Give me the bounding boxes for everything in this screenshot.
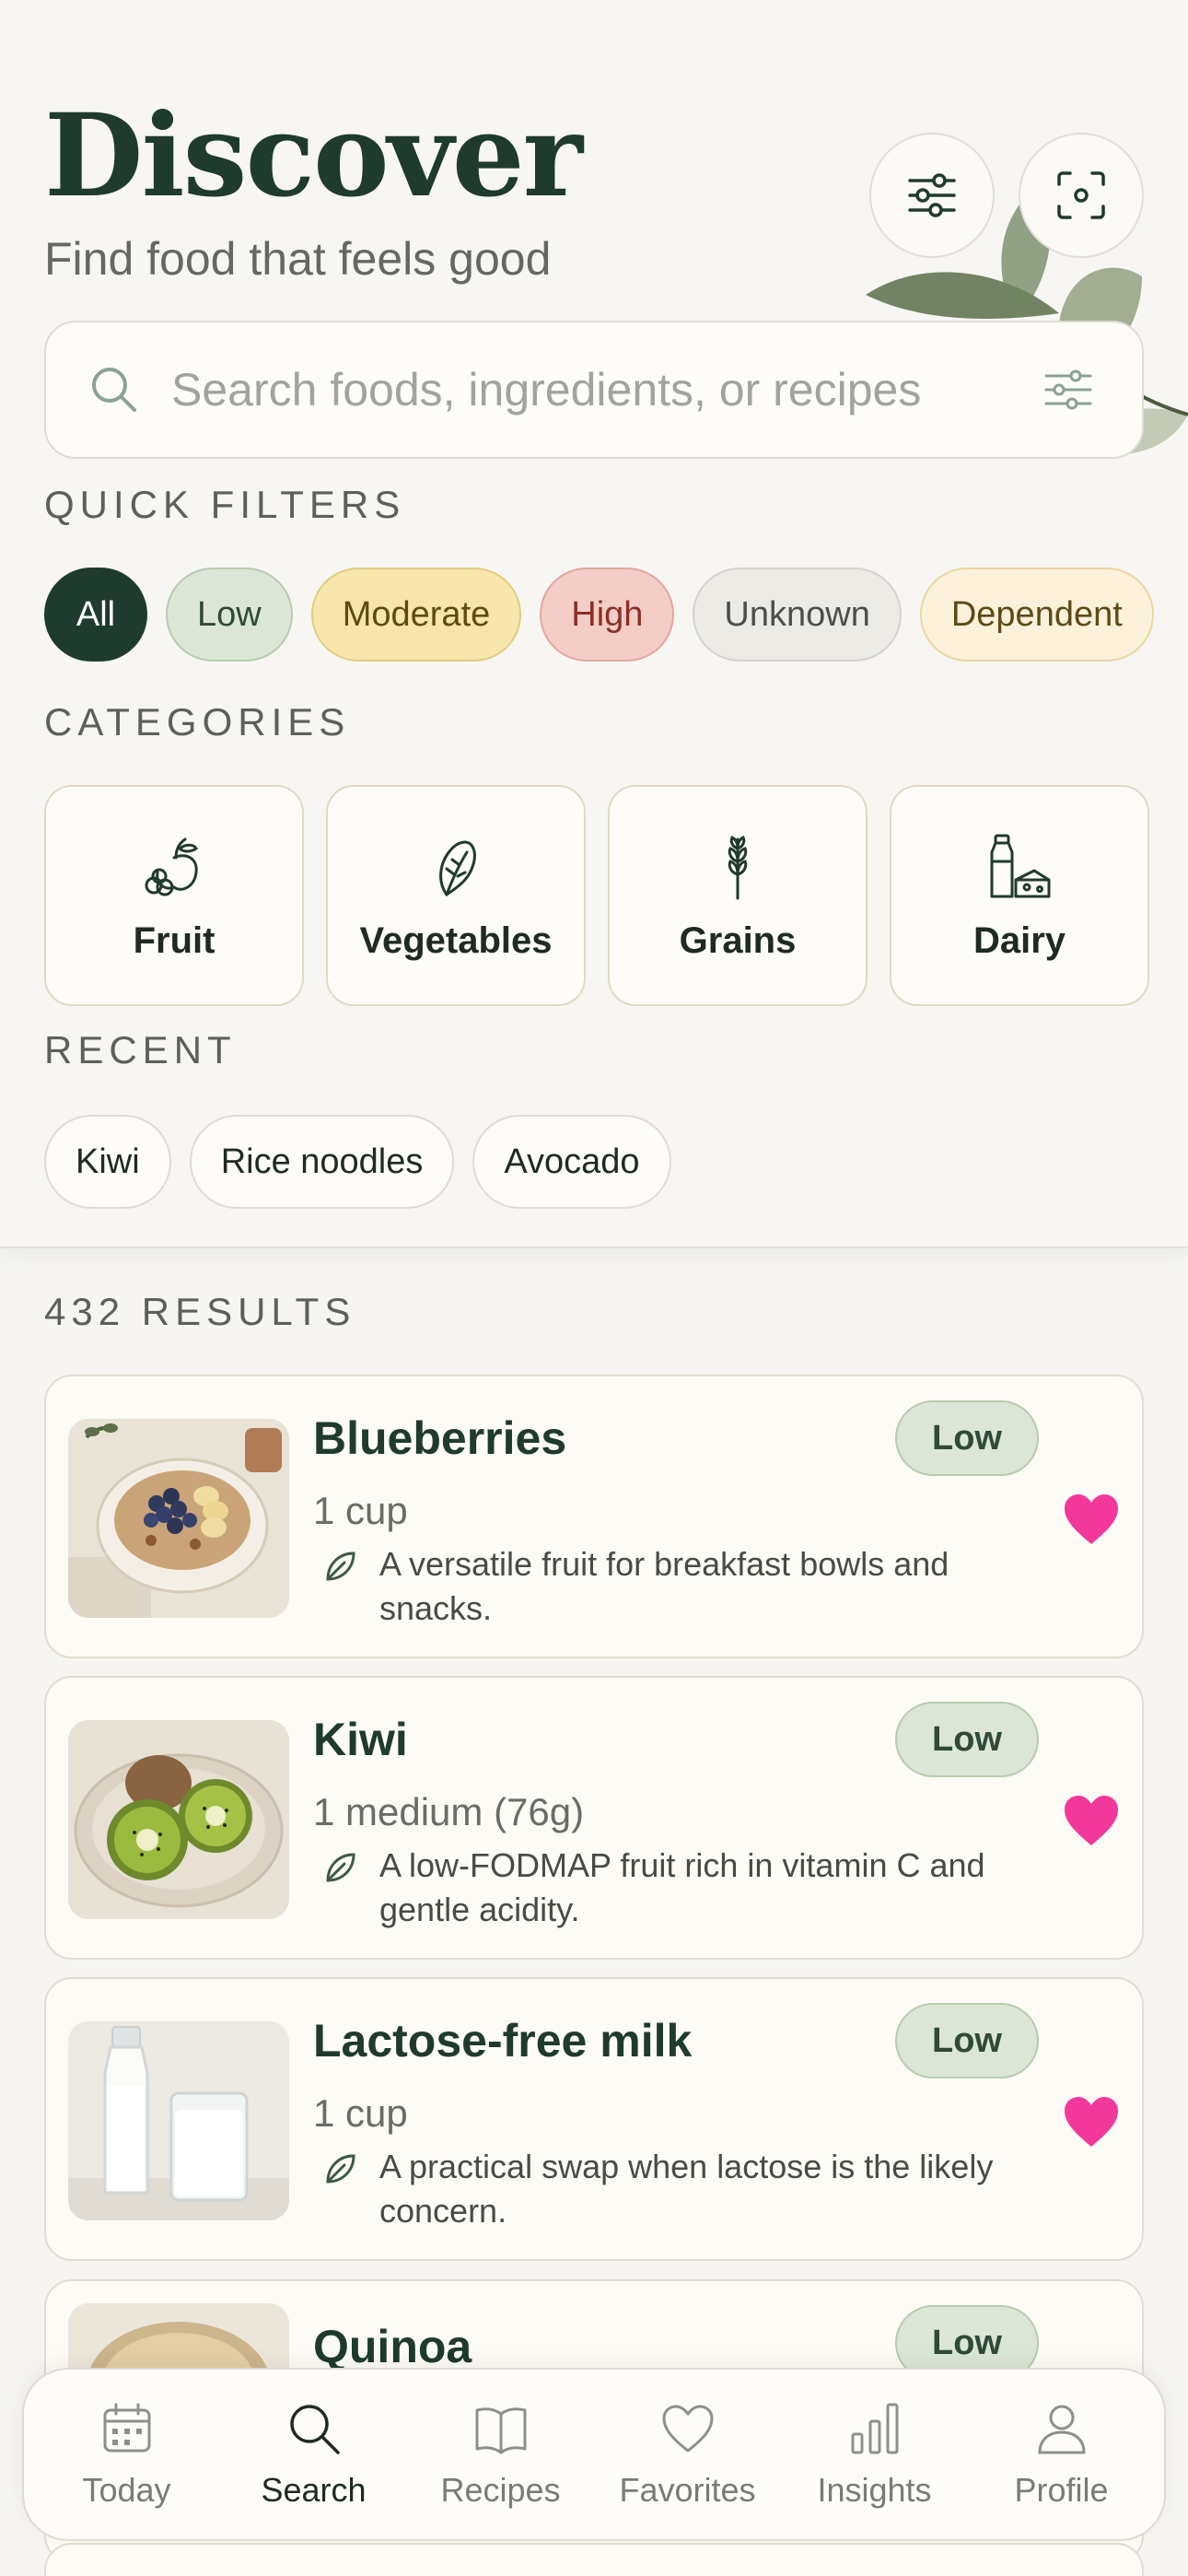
tab-today[interactable]: Today	[40, 2399, 215, 2510]
search-input[interactable]: Search foods, ingredients, or recipes	[171, 363, 1041, 416]
recent-chip-rice-noodles[interactable]: Rice noodles	[189, 1115, 455, 1209]
vegetable-icon	[439, 840, 476, 896]
result-card-next[interactable]	[44, 2543, 1144, 2576]
grain-icon	[728, 835, 748, 899]
food-image-milk	[68, 2021, 289, 2220]
result-card-lactose-free-milk[interactable]: Lactose-free milk Low 1 cup A practical …	[44, 1977, 1144, 2261]
tab-recipes[interactable]: Recipes	[413, 2399, 588, 2510]
filter-chip-moderate[interactable]: Moderate	[310, 568, 522, 662]
fodmap-badge: Low	[895, 1400, 1039, 1476]
filter-chip-high[interactable]: High	[540, 568, 675, 662]
food-image-kiwi	[68, 1720, 289, 1919]
tab-label: Today	[82, 2471, 171, 2509]
food-serving: 1 medium (76g)	[313, 1790, 585, 1833]
favorite-heart-icon[interactable]	[1063, 1794, 1120, 1847]
filter-chip-unknown[interactable]: Unknown	[693, 568, 902, 662]
page-title: Discover	[44, 89, 583, 223]
scan-button[interactable]	[1019, 133, 1144, 258]
heart-icon	[662, 2405, 713, 2453]
search-filter-icon[interactable]	[1041, 362, 1096, 417]
calendar-icon	[103, 2403, 150, 2453]
food-description: A versatile fruit for breakfast bowls an…	[379, 1545, 949, 1627]
fodmap-badge: Low	[895, 2003, 1039, 2078]
fruit-icon	[145, 837, 198, 896]
category-dairy[interactable]: Dairy	[890, 785, 1149, 1006]
result-card-blueberries[interactable]: Blueberries Low 1 cup A versatile fruit …	[44, 1375, 1144, 1658]
tab-label: Insights	[817, 2471, 932, 2509]
category-label: Vegetables	[359, 919, 553, 961]
bottom-tab-bar: Today Search Recipes Favorites Insights …	[22, 2368, 1166, 2541]
category-label: Dairy	[973, 919, 1066, 961]
category-label: Grains	[679, 919, 797, 961]
food-image-blueberries	[68, 1419, 289, 1618]
recent-searches: Kiwi Rice noodles Avocado	[44, 1115, 671, 1209]
category-vegetables[interactable]: Vegetables	[326, 785, 586, 1006]
tab-label: Search	[261, 2471, 367, 2509]
fodmap-badge: Low	[895, 1702, 1039, 1777]
leaf-icon	[326, 2154, 355, 2184]
tab-favorites[interactable]: Favorites	[600, 2399, 775, 2510]
quick-filter-chips: All Low Moderate High Unknown Dependent	[44, 568, 1154, 662]
filter-settings-button[interactable]	[869, 133, 995, 258]
dairy-icon	[990, 834, 1051, 897]
leaf-icon	[326, 1551, 355, 1581]
user-icon	[1037, 2405, 1086, 2454]
favorite-heart-icon[interactable]	[1063, 1493, 1120, 1546]
tab-label: Profile	[1014, 2471, 1109, 2509]
food-name: Blueberries	[313, 1412, 567, 1464]
recent-chip-kiwi[interactable]: Kiwi	[44, 1115, 171, 1209]
book-icon	[475, 2407, 526, 2454]
food-description: A practical swap when lactose is the lik…	[379, 2148, 994, 2230]
search-icon	[289, 2405, 340, 2454]
scan-icon	[1057, 171, 1105, 219]
food-serving: 1 cup	[313, 2091, 408, 2135]
food-description: A low-FODMAP fruit rich in vitamin C and…	[379, 1846, 985, 1928]
page-subtitle: Find food that feels good	[44, 233, 552, 285]
categories-label: CATEGORIES	[44, 700, 351, 744]
tab-label: Recipes	[440, 2471, 561, 2509]
result-card-kiwi[interactable]: Kiwi Low 1 medium (76g) A low-FODMAP fru…	[44, 1676, 1144, 1960]
leaf-icon	[326, 1853, 355, 1882]
category-fruit[interactable]: Fruit	[44, 785, 304, 1006]
food-serving: 1 cup	[313, 1489, 408, 1532]
filter-chip-all[interactable]: All	[44, 568, 147, 662]
food-name: Lactose-free milk	[313, 2015, 693, 2067]
search-icon	[92, 368, 136, 412]
category-grains[interactable]: Grains	[608, 785, 868, 1006]
recent-chip-avocado[interactable]: Avocado	[472, 1115, 671, 1209]
filter-chip-low[interactable]: Low	[166, 568, 293, 662]
category-label: Fruit	[133, 919, 215, 961]
food-name: Quinoa	[313, 2321, 472, 2372]
bar-chart-icon	[851, 2403, 898, 2454]
favorite-heart-icon[interactable]	[1063, 2095, 1120, 2149]
sliders-icon	[908, 173, 956, 217]
category-grid: Fruit Vegetables Grains Dairy	[44, 785, 1149, 1006]
results-count: 432 RESULTS	[44, 1290, 356, 1333]
recent-label: RECENT	[44, 1028, 237, 1071]
tab-search[interactable]: Search	[227, 2399, 402, 2510]
header-panel: Discover Find food that feels good Searc…	[0, 0, 1188, 1248]
food-name: Kiwi	[313, 1714, 408, 1765]
tab-insights[interactable]: Insights	[787, 2399, 962, 2510]
search-bar[interactable]: Search foods, ingredients, or recipes	[44, 321, 1144, 459]
filter-chip-dependent[interactable]: Dependent	[919, 568, 1154, 662]
tab-profile[interactable]: Profile	[974, 2399, 1149, 2510]
tab-label: Favorites	[619, 2471, 756, 2509]
quick-filters-label: QUICK FILTERS	[44, 483, 406, 526]
